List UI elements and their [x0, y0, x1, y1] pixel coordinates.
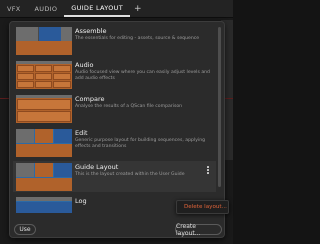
layout-description: Analyse the results of a QScan file comp…: [75, 104, 183, 109]
layout-title: Log: [75, 197, 87, 205]
layout-item-edit[interactable]: Edit Generic purpose layout for building…: [13, 127, 216, 158]
layout-description: Audio focused view where you can easily …: [75, 70, 210, 81]
layout-item-guide-layout[interactable]: Guide Layout This is the layout created …: [13, 161, 216, 192]
tab-audio[interactable]: AUDIO: [28, 0, 65, 17]
layout-title: Edit: [75, 129, 88, 137]
layout-thumbnail: [16, 27, 72, 55]
layout-item-compare[interactable]: Compare Analyse the results of a QScan f…: [13, 93, 216, 124]
layout-title: Assemble: [75, 27, 107, 35]
layout-thumbnail: [16, 129, 72, 157]
layout-thumbnail: [16, 197, 72, 213]
layout-description: Generic purpose layout for building sequ…: [75, 138, 206, 149]
layout-picker-panel: Assemble The essentials for editing - as…: [9, 21, 229, 238]
layout-title: Compare: [75, 95, 105, 103]
layout-title: Guide Layout: [75, 163, 119, 171]
layout-thumbnail: [16, 163, 72, 191]
add-tab-button[interactable]: +: [130, 4, 148, 17]
dot-icon: [207, 171, 209, 174]
scrollbar-thumb[interactable]: [218, 27, 221, 187]
layout-context-menu: Delete layout...: [176, 200, 229, 214]
tab-guide-layout[interactable]: GUIDE LAYOUT: [64, 0, 130, 17]
use-button[interactable]: Use: [14, 224, 36, 235]
layout-list: Assemble The essentials for editing - as…: [13, 25, 216, 213]
dot-icon: [207, 169, 209, 171]
layout-description: The essentials for editing - assets, sou…: [75, 36, 200, 41]
layout-thumbnail: [16, 61, 72, 89]
layout-item-audio[interactable]: Audio Audio focused view where you can e…: [13, 59, 216, 90]
more-options-button[interactable]: [204, 164, 212, 176]
tab-vfx[interactable]: VFX: [0, 0, 28, 17]
layout-list-scrollbar[interactable]: [218, 25, 222, 213]
layout-description: This is the layout created within the Us…: [75, 172, 185, 177]
create-layout-button[interactable]: Create layout...: [175, 223, 222, 237]
delete-layout-menu-item[interactable]: Delete layout...: [177, 201, 228, 210]
layout-thumbnail: [16, 95, 72, 123]
layout-item-assemble[interactable]: Assemble The essentials for editing - as…: [13, 25, 216, 56]
workspace-tab-bar: VFX AUDIO GUIDE LAYOUT +: [0, 0, 233, 18]
dot-icon: [207, 166, 209, 169]
layout-title: Audio: [75, 61, 94, 69]
